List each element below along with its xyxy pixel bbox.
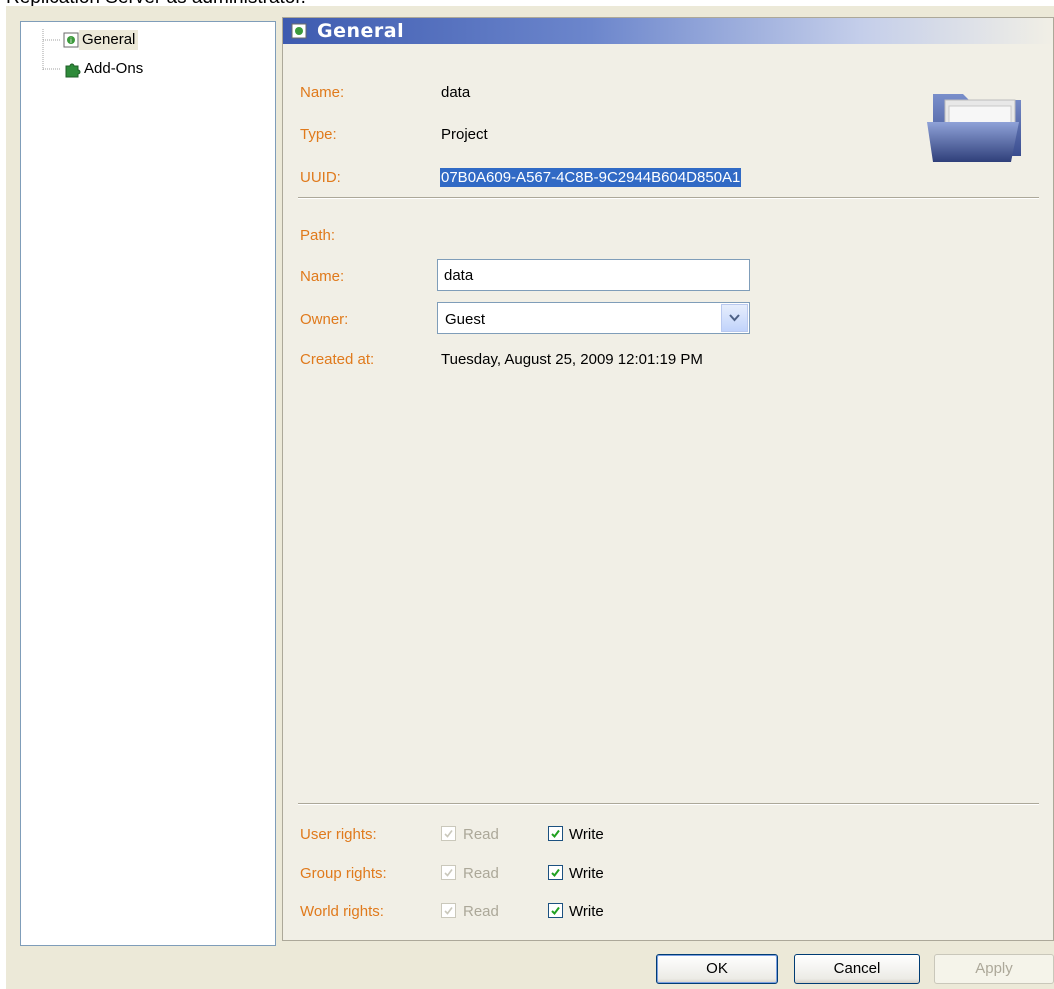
group-rights-label: Group rights:	[300, 865, 387, 882]
check-icon	[551, 829, 560, 839]
cancel-button[interactable]: Cancel	[794, 954, 920, 984]
user-write-label: Write	[569, 826, 604, 843]
owner-label: Owner:	[300, 311, 349, 328]
tree-item-label: Add-Ons	[84, 60, 144, 77]
panel-header: General	[283, 18, 1053, 44]
name-value: data	[441, 84, 471, 101]
properties-dialog: i General Add-Ons General Name: data Typ…	[6, 6, 1054, 989]
check-icon	[444, 830, 453, 838]
folder-icon	[927, 94, 1021, 162]
world-rights-label: World rights:	[300, 903, 384, 920]
world-read-checkbox[interactable]	[441, 903, 456, 918]
tree-item-general[interactable]: i General	[63, 30, 139, 50]
general-panel: General Name: data Type: Project UUID: 0…	[282, 17, 1054, 941]
puzzle-piece-icon	[65, 63, 81, 78]
path-name-label: Name:	[300, 268, 345, 285]
owner-select[interactable]: Guest	[437, 302, 750, 334]
general-page-icon	[291, 23, 307, 39]
created-label: Created at:	[300, 351, 375, 368]
separator	[298, 803, 1039, 805]
type-label: Type:	[300, 126, 337, 143]
uuid-label: UUID:	[300, 169, 341, 186]
group-write-checkbox[interactable]	[548, 865, 563, 880]
general-page-icon: i	[63, 32, 79, 48]
world-write-checkbox[interactable]	[548, 903, 563, 918]
user-read-label: Read	[463, 826, 499, 843]
tree-item-label: General	[79, 30, 139, 50]
world-write-label: Write	[569, 903, 604, 920]
panel-title: General	[317, 20, 405, 42]
type-value: Project	[441, 126, 488, 143]
owner-select-value: Guest	[445, 311, 486, 328]
world-read-label: Read	[463, 903, 499, 920]
path-name-input[interactable]	[437, 259, 750, 291]
created-value: Tuesday, August 25, 2009 12:01:19 PM	[441, 351, 703, 368]
separator	[298, 197, 1039, 199]
navigation-tree: i General Add-Ons	[20, 21, 276, 946]
svg-text:i: i	[70, 37, 72, 45]
chevron-down-icon[interactable]	[721, 304, 748, 332]
path-label: Path:	[300, 227, 336, 244]
check-icon	[444, 869, 453, 877]
group-read-label: Read	[463, 865, 499, 882]
tree-item-add-ons[interactable]: Add-Ons	[63, 59, 146, 79]
user-read-checkbox[interactable]	[441, 826, 456, 841]
uuid-value[interactable]: 07B0A609-A567-4C8B-9C2944B604D850A1	[440, 168, 742, 187]
check-icon	[444, 907, 453, 915]
group-read-checkbox[interactable]	[441, 865, 456, 880]
check-icon	[551, 906, 560, 916]
ok-button[interactable]: OK	[656, 954, 778, 984]
check-icon	[551, 868, 560, 878]
name-label: Name:	[300, 84, 345, 101]
user-rights-label: User rights:	[300, 826, 377, 843]
user-write-checkbox[interactable]	[548, 826, 563, 841]
group-write-label: Write	[569, 865, 604, 882]
apply-button[interactable]: Apply	[934, 954, 1054, 984]
